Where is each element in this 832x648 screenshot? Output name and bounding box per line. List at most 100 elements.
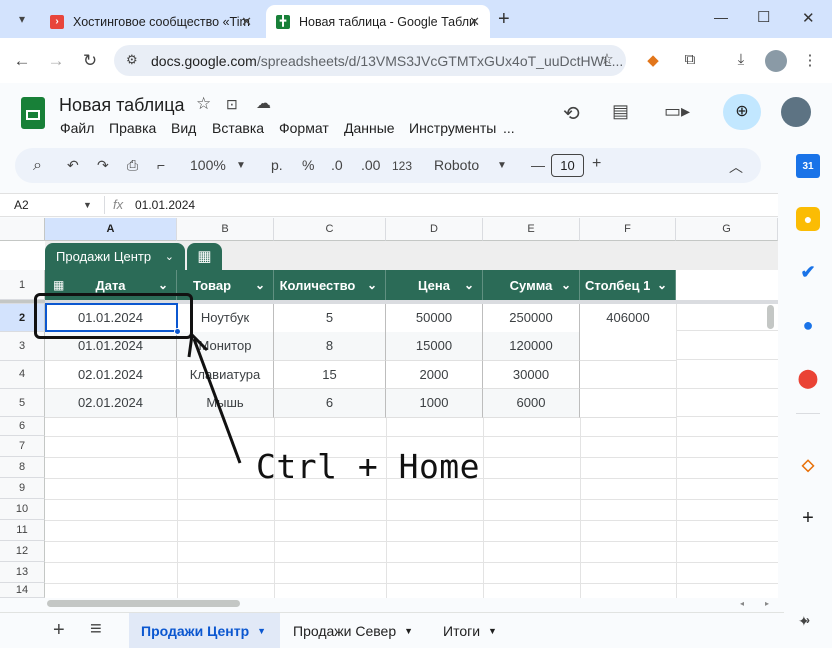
site-info-icon[interactable]: ⚙: [126, 52, 138, 68]
menu-more[interactable]: ...: [503, 120, 515, 136]
maps-app-icon[interactable]: ⬤: [796, 366, 820, 390]
column-menu-chevron-icon[interactable]: ⌄: [367, 278, 377, 292]
download-icon[interactable]: ⤓: [731, 51, 751, 71]
tab-search-icon[interactable]: ▾: [11, 9, 33, 29]
column-header-g[interactable]: G: [676, 218, 778, 241]
cell-date[interactable]: 02.01.2024: [45, 389, 177, 418]
decrease-decimal-button[interactable]: .0: [331, 157, 343, 173]
redo-icon[interactable]: ↷: [97, 157, 109, 174]
forward-icon[interactable]: →: [46, 51, 66, 71]
print-icon[interactable]: ⎙: [127, 157, 138, 174]
url-field[interactable]: ⚙ docs.google.com/spreadsheets/d/13VMS3J…: [114, 45, 626, 76]
menu-file[interactable]: Файл: [60, 120, 94, 136]
menu-insert[interactable]: Вставка: [212, 120, 264, 136]
paint-format-icon[interactable]: ⌐: [157, 157, 165, 173]
row-header-8[interactable]: 8: [0, 456, 45, 478]
formula-input[interactable]: 01.01.2024: [135, 198, 195, 212]
decrease-font-size-icon[interactable]: —: [531, 157, 545, 173]
add-sheet-button[interactable]: +: [53, 619, 65, 642]
cell-price[interactable]: 2000: [386, 360, 483, 389]
column-menu-chevron-icon[interactable]: ⌄: [561, 278, 571, 292]
addon-app-icon[interactable]: ◇: [796, 453, 820, 477]
browser-tab-sheets[interactable]: ╋ Новая таблица - Google Табли ✕: [266, 5, 490, 38]
row-header-14[interactable]: 14: [0, 582, 45, 598]
undo-icon[interactable]: ↶: [67, 157, 79, 174]
menu-format[interactable]: Формат: [279, 120, 329, 136]
cell-price[interactable]: 15000: [386, 332, 483, 361]
sheet-tab[interactable]: Продажи Север ▼: [281, 613, 425, 648]
metamask-extension-icon[interactable]: ◆: [643, 51, 663, 71]
cell-quantity[interactable]: 15: [274, 360, 386, 389]
collapse-toolbar-icon[interactable]: ︿: [729, 157, 743, 177]
menu-edit[interactable]: Правка: [109, 120, 156, 136]
column-header-c[interactable]: C: [274, 218, 386, 241]
move-folder-icon[interactable]: ⊡: [226, 96, 238, 113]
profile-avatar[interactable]: [765, 50, 787, 72]
cell-sum[interactable]: 250000: [483, 304, 580, 333]
sheet-tab-chevron-icon[interactable]: ▼: [257, 626, 266, 636]
row-header-11[interactable]: 11: [0, 519, 45, 541]
column-header-a[interactable]: A: [45, 218, 177, 241]
close-window-button[interactable]: ✕: [802, 9, 815, 27]
percent-format-button[interactable]: %: [302, 157, 314, 173]
font-select[interactable]: Roboto: [434, 157, 479, 173]
search-menus-icon[interactable]: ⌕: [33, 157, 42, 175]
cell-column1[interactable]: [580, 332, 676, 361]
row-header-7[interactable]: 7: [0, 435, 45, 457]
table-menu-chevron-icon[interactable]: ⌄: [165, 250, 174, 263]
scroll-left-icon[interactable]: ◂: [740, 599, 744, 608]
column-header-d[interactable]: D: [386, 218, 483, 241]
zoom-select[interactable]: 100%: [190, 157, 226, 173]
column-header-f[interactable]: F: [580, 218, 676, 241]
font-size-input[interactable]: 10: [551, 154, 584, 177]
horizontal-scrollbar-thumb[interactable]: [47, 600, 240, 607]
cell-sum[interactable]: 30000: [483, 360, 580, 389]
version-history-icon[interactable]: ⟲: [563, 101, 580, 126]
sheets-logo-icon[interactable]: [21, 97, 45, 129]
bookmark-star-icon[interactable]: ☆: [597, 50, 617, 70]
cloud-status-icon[interactable]: ☁: [256, 94, 271, 112]
sheet-tab[interactable]: Итоги ▼: [431, 613, 509, 648]
document-title[interactable]: Новая таблица: [59, 95, 185, 116]
menu-tools[interactable]: Инструменты: [409, 120, 496, 136]
menu-data[interactable]: Данные: [344, 120, 395, 136]
table-header-column1[interactable]: Столбец 1 ⌄: [580, 270, 676, 300]
row-header-12[interactable]: 12: [0, 540, 45, 562]
menu-view[interactable]: Вид: [171, 120, 196, 136]
tasks-app-icon[interactable]: ✔: [796, 260, 820, 284]
cell-column1[interactable]: [580, 360, 676, 389]
comments-icon[interactable]: ▤: [612, 101, 629, 122]
cell-price[interactable]: 1000: [386, 389, 483, 418]
column-header-e[interactable]: E: [483, 218, 580, 241]
back-icon[interactable]: ←: [12, 51, 32, 71]
cell-quantity[interactable]: 8: [274, 332, 386, 361]
minimize-button[interactable]: —: [714, 9, 728, 25]
select-all-corner[interactable]: [0, 218, 45, 241]
cell-sum[interactable]: 6000: [483, 389, 580, 418]
increase-font-size-icon[interactable]: +: [592, 155, 601, 173]
sheet-tab-chevron-icon[interactable]: ▼: [488, 626, 497, 636]
column-menu-chevron-icon[interactable]: ⌄: [464, 278, 474, 292]
cell-quantity[interactable]: 5: [274, 304, 386, 333]
row-header-9[interactable]: 9: [0, 477, 45, 499]
account-avatar[interactable]: [781, 97, 811, 127]
keep-app-icon[interactable]: ●: [796, 207, 820, 231]
table-name-chip[interactable]: Продажи Центр ⌄: [45, 243, 185, 270]
star-icon[interactable]: ☆: [196, 94, 211, 114]
table-view-icon[interactable]: ▦: [187, 243, 222, 270]
meet-icon[interactable]: ▭▸: [664, 101, 690, 122]
table-header-quantity[interactable]: Количество ⌄: [274, 270, 386, 300]
row-header-6[interactable]: 6: [0, 417, 45, 436]
scroll-right-icon[interactable]: ▸: [765, 599, 769, 608]
column-menu-chevron-icon[interactable]: ⌄: [657, 278, 667, 292]
zoom-chevron-icon[interactable]: ▼: [236, 160, 246, 171]
currency-format-button[interactable]: р.: [271, 157, 283, 173]
column-header-b[interactable]: B: [177, 218, 274, 241]
close-tab-icon[interactable]: ✕: [241, 14, 252, 30]
table-header-price[interactable]: Цена ⌄: [386, 270, 483, 300]
sheet-tab-active[interactable]: Продажи Центр ▼: [129, 613, 280, 648]
close-tab-icon[interactable]: ✕: [469, 14, 480, 30]
reload-icon[interactable]: ↻: [80, 51, 100, 71]
name-box-chevron-icon[interactable]: ▼: [83, 200, 92, 210]
vertical-scrollbar-thumb[interactable]: [767, 305, 774, 329]
